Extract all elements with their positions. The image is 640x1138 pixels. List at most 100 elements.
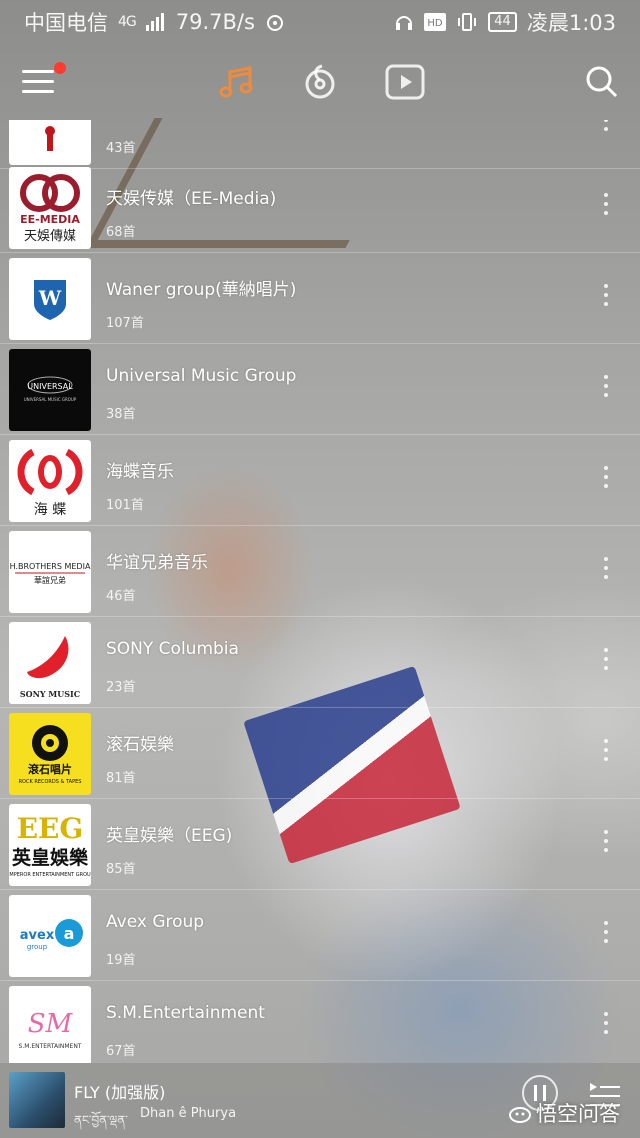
video-play-icon: [385, 64, 425, 100]
svg-text:SONY MUSIC: SONY MUSIC: [20, 689, 80, 699]
list-item-count: 19首: [106, 953, 136, 968]
vibrate-icon: [458, 13, 477, 31]
more-options-button[interactable]: [602, 1012, 610, 1038]
more-options-button[interactable]: [602, 120, 610, 135]
svg-text:華誼兄弟: 華誼兄弟: [34, 575, 66, 585]
list-item-title: Universal Music Group: [106, 366, 297, 386]
label-logo: EEG 英皇娛樂 EMPEROR ENTERTAINMENT GROUP: [9, 804, 91, 886]
list-item-count: 46首: [106, 589, 136, 604]
label-logo: avex group a: [9, 895, 91, 977]
more-options-button[interactable]: [602, 648, 610, 674]
watermark: 悟空问答: [508, 1098, 620, 1128]
more-options-button[interactable]: [602, 830, 610, 856]
list-item[interactable]: UNIVERSAL UNIVERSAL MUSIC GROUP Universa…: [0, 344, 640, 435]
list-item-count: 38首: [106, 407, 136, 422]
label-logo: SONY MUSIC: [9, 622, 91, 704]
universal-logo-icon: UNIVERSAL UNIVERSAL MUSIC GROUP: [24, 376, 77, 402]
carrier-label: 中国电信: [24, 11, 108, 35]
list-item-title: S.M.Entertainment: [106, 1003, 265, 1023]
eeg-logo-icon: EEG 英皇娛樂 EMPEROR ENTERTAINMENT GROUP: [9, 812, 91, 878]
svg-text:a: a: [64, 924, 75, 943]
notification-dot: [54, 62, 66, 74]
artist-name: Dhan ê Phurya: [140, 1106, 237, 1121]
wukong-logo-icon: [509, 1107, 531, 1123]
label-logo: UNIVERSAL UNIVERSAL MUSIC GROUP: [9, 349, 91, 431]
song-subtitle: ནང་བྱོན་ལྡན་: [74, 1113, 128, 1127]
list-item[interactable]: SONY MUSIC SONY Columbia 23首: [0, 617, 640, 708]
more-options-button[interactable]: [602, 557, 610, 583]
menu-button[interactable]: [22, 62, 66, 98]
list-item[interactable]: avex group a Avex Group 19首: [0, 890, 640, 981]
more-options-button[interactable]: [602, 466, 610, 492]
partial-logo-icon: [45, 126, 55, 151]
svg-text:group: group: [27, 943, 48, 951]
more-options-button[interactable]: [602, 739, 610, 765]
svg-text:H.BROTHERS MEDIA: H.BROTHERS MEDIA: [10, 562, 91, 571]
list-item-title: SONY Columbia: [106, 639, 239, 659]
hbrothers-logo-icon: H.BROTHERS MEDIA 華誼兄弟: [10, 562, 91, 585]
tab-discover[interactable]: [300, 62, 340, 102]
netease-logo-icon: [305, 64, 335, 99]
network-type-label: 4G: [118, 14, 137, 30]
more-options-button[interactable]: [602, 193, 610, 219]
list-item-count: 67首: [106, 1044, 136, 1059]
list-item-count: 107首: [106, 316, 144, 331]
svg-text:UNIVERSAL: UNIVERSAL: [27, 382, 73, 391]
more-options-button[interactable]: [602, 284, 610, 310]
svg-text:ROCK RECORDS & TAPES: ROCK RECORDS & TAPES: [19, 779, 82, 785]
list-item-count: 101首: [106, 498, 144, 513]
list-item-count: 81首: [106, 771, 136, 786]
list-item-title: Avex Group: [106, 912, 205, 932]
list-item-count: 68首: [106, 225, 136, 240]
svg-text:UNIVERSAL MUSIC GROUP: UNIVERSAL MUSIC GROUP: [24, 397, 77, 402]
hd-icon: HD: [424, 13, 447, 31]
label-logo: [9, 120, 91, 165]
song-title: FLY (加强版): [74, 1083, 166, 1102]
list-item-title: Waner group(華納唱片): [106, 280, 297, 300]
search-icon: [586, 66, 618, 98]
list-item[interactable]: 滾石唱片 ROCK RECORDS & TAPES 滚石娱樂 81首: [0, 708, 640, 799]
list-item[interactable]: 海 蝶 海蝶音乐 101首: [0, 435, 640, 526]
music-note-icon: [219, 66, 253, 98]
more-options-button[interactable]: [602, 921, 610, 947]
netease-status-icon: [266, 15, 283, 31]
label-list: 43首 EE-MEDIA 天娛傳媒 天娱传媒（EE-Media) 68首 W W…: [0, 120, 640, 1063]
list-item[interactable]: EE-MEDIA 天娛傳媒 天娱传媒（EE-Media) 68首: [0, 162, 640, 253]
label-logo: SM S.M.ENTERTAINMENT: [9, 986, 91, 1063]
search-button[interactable]: [584, 64, 620, 100]
list-item[interactable]: W Waner group(華納唱片) 107首: [0, 253, 640, 344]
list-item-count: 23首: [106, 680, 136, 695]
avex-logo-icon: avex group a: [20, 919, 83, 951]
svg-text:EEG: EEG: [17, 812, 84, 845]
label-logo: EE-MEDIA 天娛傳媒: [9, 167, 91, 249]
list-item-title: 英皇娱樂（EEG): [106, 826, 233, 846]
label-logo: 滾石唱片 ROCK RECORDS & TAPES: [9, 713, 91, 795]
list-item[interactable]: EEG 英皇娛樂 EMPEROR ENTERTAINMENT GROUP 英皇娱…: [0, 799, 640, 890]
headphones-icon: [396, 16, 413, 30]
top-navigation: [0, 52, 640, 118]
svg-text:S.M.ENTERTAINMENT: S.M.ENTERTAINMENT: [19, 1043, 82, 1050]
tab-my-music[interactable]: [217, 62, 257, 102]
svg-text:avex: avex: [20, 928, 55, 943]
battery-indicator: 44: [488, 12, 517, 32]
list-item-title: 华谊兄弟音乐: [106, 553, 208, 573]
label-logo: H.BROTHERS MEDIA 華誼兄弟: [9, 531, 91, 613]
album-cover[interactable]: [9, 1072, 65, 1128]
warner-logo-icon: W: [34, 280, 66, 320]
list-item-title: 天娱传媒（EE-Media): [106, 189, 277, 209]
tab-video[interactable]: [385, 62, 425, 102]
signal-icon: [145, 13, 164, 31]
list-item[interactable]: H.BROTHERS MEDIA 華誼兄弟 华谊兄弟音乐 46首: [0, 526, 640, 617]
sony-music-logo-icon: SONY MUSIC: [20, 636, 80, 699]
rock-records-logo-icon: 滾石唱片 ROCK RECORDS & TAPES: [19, 725, 82, 785]
list-item-count: 43首: [106, 141, 136, 156]
list-item[interactable]: SM S.M.ENTERTAINMENT S.M.Entertainment 6…: [0, 981, 640, 1063]
more-options-button[interactable]: [602, 375, 610, 401]
status-bar: 中国电信 4G 79.7B/s HD 44 凌晨1:03: [0, 0, 640, 44]
haidie-logo-icon: 海 蝶: [17, 448, 83, 518]
list-item-title: 滚石娱樂: [106, 735, 174, 755]
svg-text:滾石唱片: 滾石唱片: [28, 762, 72, 776]
watermark-text: 悟空问答: [536, 1102, 620, 1126]
label-logo: W: [9, 258, 91, 340]
sm-logo-icon: SM S.M.ENTERTAINMENT: [19, 1009, 82, 1050]
